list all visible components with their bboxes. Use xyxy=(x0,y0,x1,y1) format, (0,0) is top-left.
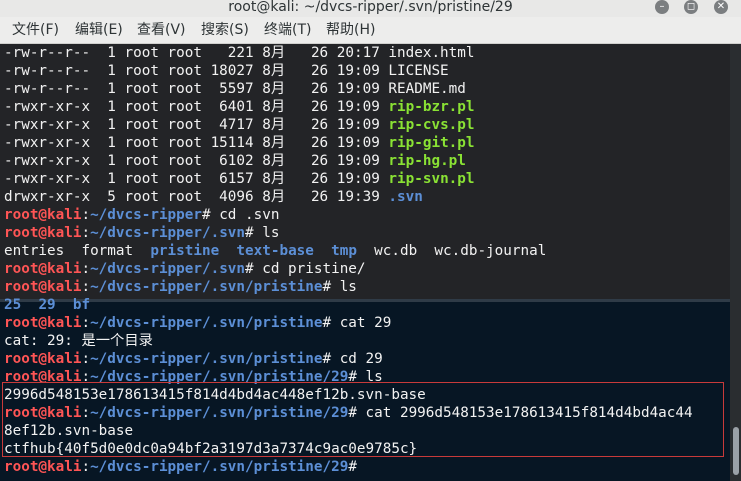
terminal-line: -rwxr-xr-x 1 root root 4717 8月 26 19:09 … xyxy=(4,116,734,134)
terminal-line: -rwxr-xr-x 1 root root 15114 8月 26 19:09… xyxy=(4,134,734,152)
prompt-user-host: root@kali xyxy=(4,351,82,367)
output-text: drwxr-xr-x 5 root root 4096 8月 26 19:39 xyxy=(4,189,389,205)
path-or-dir-text: ~/dvcs-ripper/.svn xyxy=(90,261,246,277)
title-bar: root@kali: ~/dvcs-ripper/.svn/pristine/2… xyxy=(0,0,741,17)
output-text: -rw-r--r-- 1 root root 221 8月 26 20:17 i… xyxy=(4,45,475,61)
maximize-icon[interactable]: ◻ xyxy=(684,0,698,14)
output-text: -rw-r--r-- 1 root root 5597 8月 26 19:09 … xyxy=(4,81,466,97)
terminal-line: -rwxr-xr-x 1 root root 6157 8月 26 19:09 … xyxy=(4,170,734,188)
output-text: # xyxy=(348,459,366,475)
executable-file-text: rip-svn.pl xyxy=(388,171,475,187)
minimize-icon[interactable]: – xyxy=(655,0,669,14)
terminal-line: root@kali:~/dvcs-ripper/.svn/pristine/29… xyxy=(4,458,734,476)
menu-file[interactable]: 文件(F) xyxy=(12,22,59,38)
output-text: # ls xyxy=(245,225,280,241)
path-or-dir-text: ~/dvcs-ripper/.svn/pristine xyxy=(90,315,323,331)
output-text: # cd pristine/ xyxy=(245,261,366,277)
output-text: : xyxy=(81,261,91,277)
menu-terminal[interactable]: 终端(T) xyxy=(264,22,311,38)
window-title: root@kali: ~/dvcs-ripper/.svn/pristine/2… xyxy=(228,0,513,15)
terminal-line: 25 29 bf xyxy=(4,296,734,314)
terminal-line: root@kali:~/dvcs-ripper/.svn/pristine# c… xyxy=(4,350,734,368)
terminal-line: -rw-r--r-- 1 root root 18027 8月 26 19:09… xyxy=(4,62,734,80)
terminal-line: -rwxr-xr-x 1 root root 6102 8月 26 19:09 … xyxy=(4,152,734,170)
prompt-user-host: root@kali xyxy=(4,225,82,241)
terminal-area[interactable]: -rw-r--r-- 1 root root 221 8月 26 20:17 i… xyxy=(0,44,741,481)
terminal-line: drwxr-xr-x 5 root root 4096 8月 26 19:39 … xyxy=(4,188,734,206)
path-or-dir-text: tmp xyxy=(331,243,357,259)
menu-view[interactable]: 查看(V) xyxy=(137,22,186,38)
output-text: entries format xyxy=(4,243,151,259)
prompt-user-host: root@kali xyxy=(4,279,82,295)
path-or-dir-text: pristine xyxy=(150,243,220,259)
terminal-line: root@kali:~/dvcs-ripper# cd .svn xyxy=(4,206,734,224)
terminal-line: root@kali:~/dvcs-ripper/.svn# ls xyxy=(4,224,734,242)
terminal-line: root@kali:~/dvcs-ripper/.svn# cd pristin… xyxy=(4,260,734,278)
terminal-line: entries format pristine text-base tmp wc… xyxy=(4,242,734,260)
terminal-line: root@kali:~/dvcs-ripper/.svn/pristine# l… xyxy=(4,278,734,296)
output-text: : xyxy=(81,351,91,367)
path-or-dir-text: ~/dvcs-ripper/.svn/pristine xyxy=(90,351,323,367)
terminal-line: root@kali:~/dvcs-ripper/.svn/pristine# c… xyxy=(4,314,734,332)
output-text: # cat 29 xyxy=(322,315,392,331)
menu-search[interactable]: 搜索(S) xyxy=(201,22,249,38)
output-text: cat: 29: 是一个目录 xyxy=(4,333,153,349)
path-or-dir-text: bf xyxy=(72,297,91,313)
executable-file-text: rip-hg.pl xyxy=(388,153,466,169)
output-text: : xyxy=(81,315,91,331)
highlight-box xyxy=(2,382,724,457)
output-text: : xyxy=(81,459,91,475)
output-text: wc.db wc.db-journal xyxy=(356,243,547,259)
output-text: -rw-r--r-- 1 root root 18027 8月 26 19:09… xyxy=(4,63,449,79)
prompt-user-host: root@kali xyxy=(4,207,82,223)
terminal-line: -rw-r--r-- 1 root root 221 8月 26 20:17 i… xyxy=(4,44,734,62)
path-or-dir-text: ~/dvcs-ripper/.svn/pristine/29 xyxy=(90,459,349,475)
prompt-user-host: root@kali xyxy=(4,459,82,475)
path-or-dir-text: 29 xyxy=(38,297,56,313)
terminal-window: root@kali: ~/dvcs-ripper/.svn/pristine/2… xyxy=(0,0,741,481)
executable-file-text: rip-bzr.pl xyxy=(388,99,475,115)
terminal-line: -rwxr-xr-x 1 root root 6401 8月 26 19:09 … xyxy=(4,98,734,116)
output-text: : xyxy=(81,279,91,295)
executable-file-text: rip-git.pl xyxy=(388,135,475,151)
path-or-dir-text: ~/dvcs-ripper/.svn xyxy=(90,225,246,241)
path-or-dir-text: .svn xyxy=(388,189,423,205)
output-text: -rwxr-xr-x 1 root root 6157 8月 26 19:09 xyxy=(4,171,389,187)
path-or-dir-text: 25 xyxy=(4,297,22,313)
output-text: # cd .svn xyxy=(201,207,280,223)
prompt-user-host: root@kali xyxy=(4,315,82,331)
terminal-line: cat: 29: 是一个目录 xyxy=(4,332,734,350)
menu-bar: 文件(F) 编辑(E) 查看(V) 搜索(S) 终端(T) 帮助(H) xyxy=(0,17,741,44)
terminal-line: -rw-r--r-- 1 root root 5597 8月 26 19:09 … xyxy=(4,80,734,98)
prompt-user-host: root@kali xyxy=(4,261,82,277)
output-text: -rwxr-xr-x 1 root root 15114 8月 26 19:09 xyxy=(4,135,389,151)
output-text: -rwxr-xr-x 1 root root 6102 8月 26 19:09 xyxy=(4,153,389,169)
scrollbar[interactable] xyxy=(730,44,741,481)
close-icon[interactable]: ✕ xyxy=(714,0,728,14)
path-or-dir-text: ~/dvcs-ripper xyxy=(90,207,202,223)
output-text: -rwxr-xr-x 1 root root 4717 8月 26 19:09 xyxy=(4,117,389,133)
path-or-dir-text: ~/dvcs-ripper/.svn/pristine xyxy=(90,279,323,295)
output-text: # cd 29 xyxy=(322,351,383,367)
executable-file-text: rip-cvs.pl xyxy=(388,117,475,133)
menu-help[interactable]: 帮助(H) xyxy=(326,22,375,38)
menu-edit[interactable]: 编辑(E) xyxy=(75,22,123,38)
output-text: : xyxy=(81,207,91,223)
scrollbar-thumb[interactable] xyxy=(733,427,739,475)
output-text: : xyxy=(81,225,91,241)
output-text: # ls xyxy=(322,279,357,295)
output-text: -rwxr-xr-x 1 root root 6401 8月 26 19:09 xyxy=(4,99,389,115)
path-or-dir-text: text-base xyxy=(236,243,314,259)
